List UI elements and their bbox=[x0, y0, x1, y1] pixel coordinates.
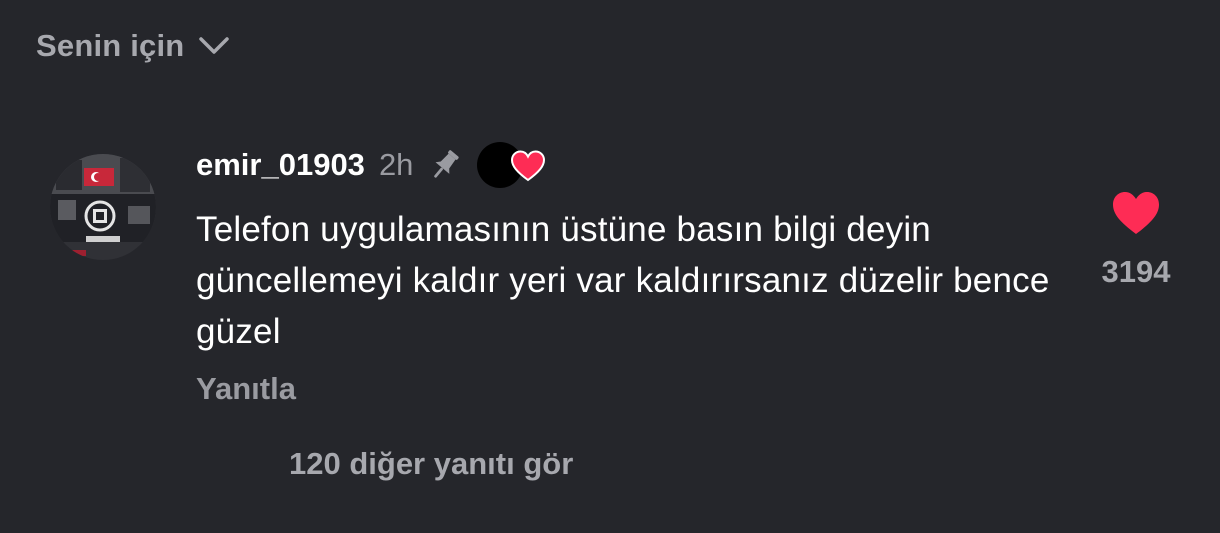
heart-icon bbox=[511, 150, 546, 182]
timestamp: 2h bbox=[378, 147, 414, 182]
comments-panel: Senin için emir_01903 2h Telefon uygulam… bbox=[0, 0, 1220, 533]
reply-button[interactable]: Yanıtla bbox=[196, 371, 296, 407]
sort-label: Senin için bbox=[36, 28, 185, 63]
sort-dropdown[interactable]: Senin için bbox=[36, 28, 230, 64]
view-replies-button[interactable]: 120 diğer yanıtı gör bbox=[289, 446, 573, 482]
chevron-down-icon bbox=[199, 37, 230, 54]
comment-text: Telefon uygulamasının üstüne basın bilgi… bbox=[196, 210, 1050, 351]
avatar[interactable] bbox=[50, 154, 156, 260]
creator-liked-badge bbox=[475, 140, 546, 190]
comment: emir_01903 2h Telefon uygulamasının üstü… bbox=[196, 140, 1056, 407]
heart-icon[interactable] bbox=[1111, 190, 1161, 236]
pin-icon bbox=[434, 150, 460, 178]
like-count: 3194 bbox=[1101, 254, 1171, 289]
comment-meta: emir_01903 2h bbox=[196, 140, 1056, 190]
username[interactable]: emir_01903 bbox=[196, 147, 365, 183]
like-button[interactable]: 3194 bbox=[1096, 190, 1176, 290]
